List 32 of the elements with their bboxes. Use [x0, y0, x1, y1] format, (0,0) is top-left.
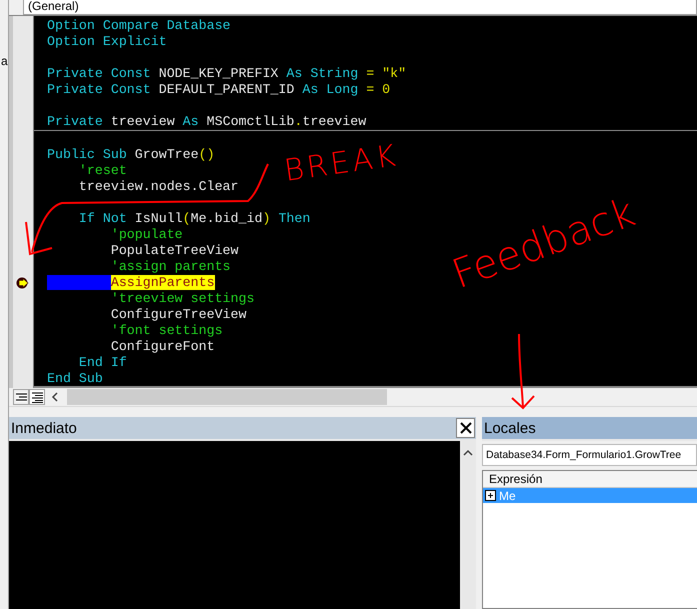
code-line: Private treeview As MSComctlLib.treeview	[47, 114, 368, 130]
panel-title: Inmediato	[11, 420, 77, 436]
scroll-left-icon[interactable]	[51, 392, 59, 402]
module-view-button[interactable]	[29, 389, 45, 405]
code-line: 'treeview settings	[110, 291, 256, 307]
code-line: End Sub	[47, 371, 104, 387]
code-line: Private Const DEFAULT_PARENT_ID As Long = 0	[47, 82, 392, 98]
code-line: Private Const NODE_KEY_PREFIX As String = "k"	[47, 66, 408, 82]
scrollbar-thumb[interactable]	[67, 389, 387, 405]
expand-icon[interactable]	[485, 490, 496, 501]
code-editor[interactable]	[34, 16, 697, 388]
code-line: Option Explicit	[47, 34, 168, 50]
window-edge-text: a	[1, 54, 8, 68]
code-line: ConfigureTreeView	[110, 307, 248, 323]
code-line: End If	[78, 355, 128, 371]
column-header[interactable]: Expresión	[483, 471, 697, 488]
context-field[interactable]: Database34.Form_Formulario1.GrowTree	[482, 444, 697, 466]
lines-icon	[16, 392, 26, 402]
code-line: treeview.nodes.Clear	[78, 179, 240, 195]
procedure-view-button[interactable]	[13, 389, 29, 405]
vertical-scrollbar[interactable]	[460, 441, 476, 609]
code-line: ConfigureFont	[110, 339, 216, 355]
scroll-up-icon[interactable]	[463, 449, 473, 456]
code-line: Option Compare Database	[47, 18, 232, 34]
panel-title: Locales	[484, 420, 536, 436]
close-button[interactable]	[456, 418, 475, 438]
variable-name: Me	[499, 488, 516, 502]
handwritten-note: BREAK	[282, 138, 401, 189]
procedure-dropdown[interactable]: (General)	[23, 0, 697, 15]
code-line: 'font settings	[110, 323, 224, 339]
close-icon	[460, 422, 472, 434]
lines-icon	[32, 392, 42, 402]
